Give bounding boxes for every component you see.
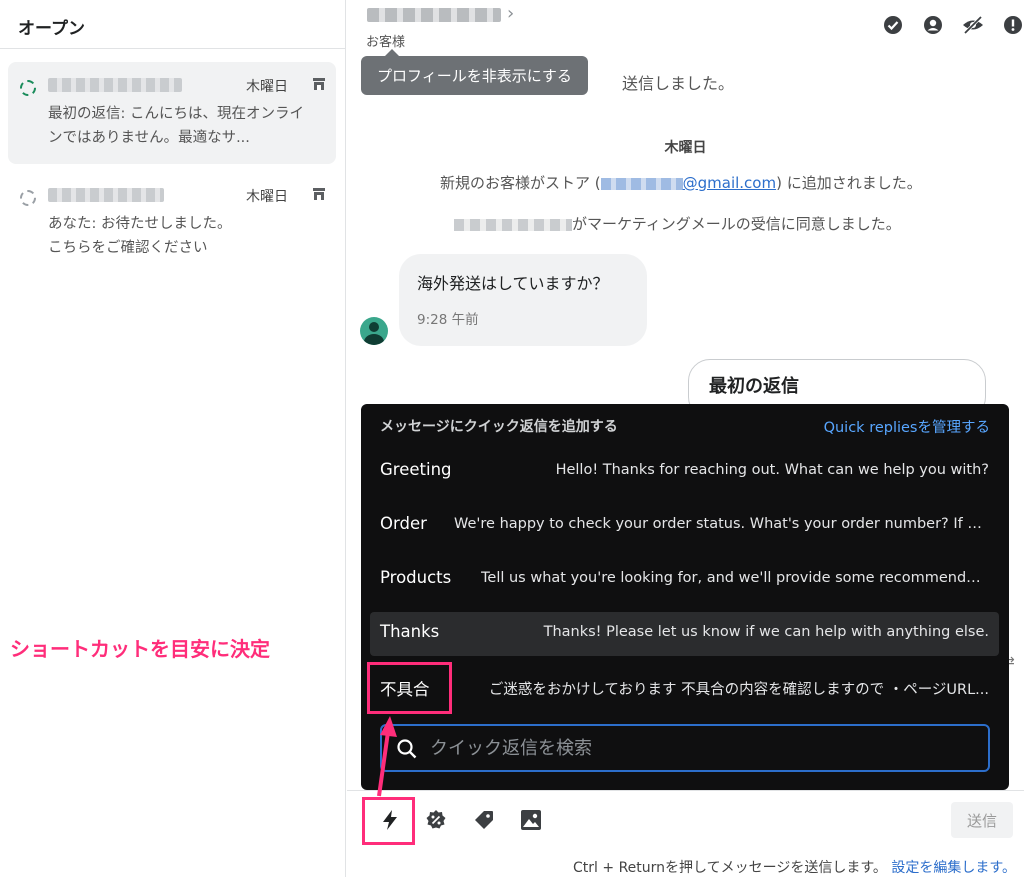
customer-avatar (360, 317, 388, 345)
send-shortcut-hint: Ctrl + Returnを押してメッセージを送信します。 設定を編集します。 (573, 857, 1016, 877)
chat-header: › お客様 (347, 0, 1024, 52)
customer-name-redacted (48, 188, 164, 202)
message-timestamp: 9:28 午前 (417, 312, 479, 328)
customer-message-bubble: 海外発送はしていますか？ 9:28 午前 (399, 254, 647, 346)
chat-panel: › お客様 プロフィールを非表示にする 送信しました。 木曜日 新規のお客様がス… (347, 0, 1024, 877)
customer-label: お客様 (366, 35, 406, 50)
quick-reply-text: Tell us what you're looking for, and we'… (481, 570, 989, 586)
image-icon[interactable] (516, 805, 546, 835)
conversation-day: 木曜日 (246, 189, 288, 205)
conversation-item[interactable]: 木曜日 最初の返信: こんにちは、現在オンラインではありません。最適なサ... (8, 62, 336, 164)
customer-email-link[interactable]: @gmail.com (600, 174, 777, 192)
check-circle-icon[interactable] (882, 14, 904, 36)
open-status-icon (20, 80, 36, 96)
customer-added-message: 新規のお客様がストア ( @gmail.com) に追加されました。 (440, 172, 922, 193)
store-icon (313, 188, 325, 200)
hint-text: Ctrl + Returnを押してメッセージを送信します。 (573, 860, 887, 876)
partial-system-message: 送信しました。 (622, 74, 735, 93)
preview-line: あなた: お待たせしました。 (48, 216, 232, 232)
annotation-label: ショートカットを目安に決定 (10, 637, 270, 661)
marketing-consent-message: がマーケティングメールの受信に同意しました。 (454, 213, 901, 234)
quick-reply-text: Thanks! Please let us know if we can hel… (543, 624, 989, 640)
conversation-preview: 最初の返信: こんにちは、現在オンラインではありません。最適なサ... (48, 106, 304, 146)
quick-reply-item[interactable]: 不具合 ご迷惑をおかけしております 不具合の内容を確認しますので ・ページURL… (370, 666, 999, 710)
store-icon (313, 78, 325, 90)
tooltip-arrow (385, 49, 399, 56)
message-text: がマーケティングメールの受信に同意しました。 (572, 215, 901, 233)
search-icon (397, 739, 417, 759)
day-divider: 木曜日 (664, 140, 707, 156)
message-text: ) に追加されました。 (776, 174, 922, 192)
annotation-highlight-box (367, 662, 452, 714)
email-redacted (600, 177, 683, 190)
header-actions (882, 14, 1024, 36)
quick-reply-item[interactable]: Thanks Thanks! Please let us know if we … (370, 612, 999, 656)
quick-reply-text: Hello! Thanks for reaching out. What can… (555, 462, 989, 478)
sidebar-title: オープン (0, 0, 345, 49)
quick-reply-title: Greeting (380, 460, 452, 479)
customer-message-text: 海外発送はしていますか？ (417, 274, 609, 293)
quick-reply-search (380, 724, 990, 772)
tag-icon[interactable] (469, 805, 499, 835)
hide-icon[interactable] (962, 14, 984, 36)
quick-reply-header: メッセージにクイック返信を追加する (380, 419, 618, 435)
discount-icon[interactable] (421, 805, 451, 835)
manage-quick-replies-link[interactable]: Quick repliesを管理する (824, 416, 990, 437)
open-status-icon (20, 190, 36, 206)
conversation-day: 木曜日 (246, 79, 288, 95)
preview-line: こちらをご確認ください (48, 240, 208, 256)
quick-reply-item[interactable]: Greeting Hello! Thanks for reaching out.… (370, 450, 999, 494)
conversation-item[interactable]: 木曜日 あなた: お待たせしました。 こちらをご確認ください (8, 172, 336, 272)
quick-reply-text: ご迷惑をおかけしております 不具合の内容を確認しますので ・ページURL... (488, 682, 989, 698)
quick-reply-text: We're happy to check your order status. … (454, 516, 989, 532)
conversation-preview: あなた: お待たせしました。 こちらをご確認ください (48, 212, 312, 260)
quick-reply-search-input[interactable] (430, 726, 970, 770)
annotation-highlight-box (362, 797, 415, 845)
email-domain: @gmail.com (682, 174, 777, 192)
conversation-sidebar: オープン 木曜日 最初の返信: こんにちは、現在オンラインではありません。最適な… (0, 0, 346, 877)
quick-reply-item[interactable]: Order We're happy to check your order st… (370, 504, 999, 548)
quick-reply-title: Products (380, 568, 452, 587)
chevron-right-icon[interactable]: › (507, 3, 514, 24)
send-button[interactable]: 送信 (951, 802, 1013, 838)
quick-reply-popover: メッセージにクイック返信を追加する Quick repliesを管理する Gre… (361, 404, 1009, 790)
profile-icon[interactable] (922, 14, 944, 36)
message-text: 新規のお客様がストア ( (440, 174, 601, 192)
app: オープン 木曜日 最初の返信: こんにちは、現在オンラインではありません。最適な… (0, 0, 1024, 877)
customer-name-redacted (48, 78, 182, 92)
quick-reply-title: Thanks (380, 622, 440, 641)
alert-icon[interactable] (1002, 14, 1024, 36)
hide-profile-tooltip: プロフィールを非表示にする (361, 56, 588, 95)
customer-name-redacted[interactable] (367, 8, 501, 22)
customer-name-redacted (454, 218, 572, 231)
composer-divider (347, 790, 1024, 791)
quick-reply-item[interactable]: Products Tell us what you're looking for… (370, 558, 999, 602)
edit-settings-link[interactable]: 設定を編集します。 (891, 860, 1016, 876)
quick-reply-title: Order (380, 514, 427, 533)
